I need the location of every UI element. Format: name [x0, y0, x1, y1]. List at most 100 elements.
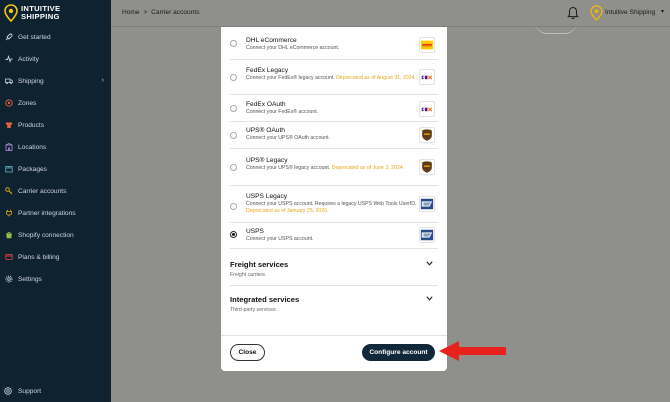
- carrier-option-usps-legacy[interactable]: USPS Legacy Connect your USPS account. R…: [230, 186, 438, 223]
- ups-logo-icon: [419, 159, 435, 175]
- section-title: Integrated services: [230, 295, 300, 304]
- carrier-name: DHL eCommerce: [246, 37, 297, 44]
- dhl-logo-icon: [419, 37, 435, 53]
- carrier-description: Connect your USPS account. Requires a le…: [246, 201, 417, 214]
- sidebar-item-label: Locations: [18, 143, 47, 151]
- sidebar-item-partner-integrations[interactable]: Partner integrations: [0, 202, 111, 224]
- carrier-description: Connect your FedEx® account.: [246, 109, 319, 115]
- radio-button[interactable]: [230, 203, 237, 210]
- sidebar-item-settings[interactable]: Settings: [0, 268, 111, 290]
- usps-logo-icon: [419, 196, 435, 212]
- carrier-description: Connect your UPS® OAuth account.: [246, 135, 330, 141]
- ups-logo-icon: [419, 127, 435, 143]
- breadcrumb: Home > Carrier accounts: [121, 9, 201, 16]
- shopping-bag-icon: [4, 231, 13, 240]
- logo-text: INTUITIVE SHIPPING: [21, 4, 61, 21]
- fedex-logo-icon: [419, 101, 435, 117]
- add-carrier-modal: DHL eCommerce Connect your DHL eCommerce…: [221, 27, 447, 371]
- notification-bell-icon[interactable]: [567, 6, 579, 20]
- truck-icon: [4, 77, 13, 86]
- sidebar-item-activity[interactable]: Activity: [0, 48, 111, 70]
- sidebar-item-label: Activity: [18, 55, 39, 63]
- section-integrated-services[interactable]: Integrated services Third-party services…: [230, 286, 438, 321]
- sidebar-item-get-started[interactable]: Get started: [0, 26, 111, 48]
- billing-icon: [4, 253, 13, 262]
- zones-icon: [4, 99, 13, 108]
- sidebar-item-support[interactable]: Support: [4, 387, 41, 396]
- radio-button[interactable]: [230, 132, 237, 139]
- rocket-icon: [4, 33, 13, 42]
- support-label: Support: [18, 388, 42, 395]
- carrier-option-fedex-legacy[interactable]: FedEx Legacy Connect your FedEx® legacy …: [230, 60, 438, 95]
- section-freight-services[interactable]: Freight services Freight carriers.: [230, 249, 438, 286]
- app-logo[interactable]: INTUITIVE SHIPPING: [4, 2, 60, 24]
- close-button[interactable]: Close: [230, 344, 265, 361]
- carrier-option-fedex-oauth[interactable]: FedEx OAuth Connect your FedEx® account.: [230, 95, 438, 122]
- radio-button[interactable]: [230, 164, 237, 171]
- sidebar-item-shipping[interactable]: Shipping ›: [0, 70, 111, 92]
- key-icon: [4, 187, 13, 196]
- account-logo-icon[interactable]: [590, 5, 603, 22]
- carrier-option-ups-legacy[interactable]: UPS® Legacy Connect your UPS® legacy acc…: [230, 149, 438, 186]
- sidebar-item-label: Plans & billing: [18, 253, 60, 261]
- package-icon: [4, 165, 13, 174]
- sidebar-item-shopify-connection[interactable]: Shopify connection: [0, 224, 111, 246]
- sidebar-item-label: Settings: [18, 275, 42, 283]
- sidebar-item-label: Get started: [18, 33, 51, 41]
- help-circle-icon: [4, 387, 13, 396]
- breadcrumb-separator: >: [143, 9, 148, 16]
- top-header: Home > Carrier accounts Intuitive Shippi…: [111, 0, 670, 34]
- sidebar-item-label: Products: [18, 121, 45, 129]
- carrier-name: UPS® Legacy: [246, 157, 288, 164]
- radio-button[interactable]: [230, 74, 237, 81]
- sidebar-nav: Get started Activity Shipping › Zones Pr…: [0, 26, 111, 290]
- carrier-description: Connect your USPS account.: [246, 236, 314, 242]
- carrier-description: Connect your DHL eCommerce account.: [246, 45, 340, 51]
- carrier-name: USPS: [246, 228, 264, 235]
- plug-icon: [4, 209, 13, 218]
- radio-button[interactable]: [230, 40, 237, 47]
- configure-account-button[interactable]: Configure account: [362, 344, 435, 361]
- sidebar-item-label: Zones: [18, 99, 37, 107]
- sidebar: INTUITIVE SHIPPING Get started Activity …: [0, 0, 111, 402]
- red-arrow-annotation-icon: [437, 339, 507, 363]
- carrier-name: FedEx Legacy: [246, 67, 289, 74]
- carrier-name: USPS Legacy: [246, 193, 288, 200]
- sidebar-item-plans-billing[interactable]: Plans & billing: [0, 246, 111, 268]
- sidebar-item-label: Carrier accounts: [18, 187, 67, 195]
- sidebar-item-label: Shopify connection: [18, 231, 74, 239]
- carrier-name: FedEx OAuth: [246, 101, 286, 108]
- usps-logo-icon: [419, 227, 435, 243]
- account-dropdown-caret-icon[interactable]: ▾: [661, 8, 664, 15]
- carrier-name: UPS® OAuth: [246, 127, 285, 134]
- chevron-right-icon: ›: [101, 77, 104, 84]
- breadcrumb-home[interactable]: Home: [122, 9, 140, 16]
- carrier-list: DHL eCommerce Connect your DHL eCommerce…: [230, 27, 438, 321]
- sidebar-item-label: Partner integrations: [18, 209, 76, 217]
- account-name[interactable]: Intuitive Shipping: [605, 9, 655, 16]
- sidebar-item-label: Packages: [18, 165, 47, 173]
- carrier-option-dhl-ecommerce[interactable]: DHL eCommerce Connect your DHL eCommerce…: [230, 27, 438, 60]
- radio-button-selected[interactable]: [230, 231, 237, 238]
- building-icon: [4, 143, 13, 152]
- background-decoration: [535, 22, 577, 34]
- section-subtitle: Freight carriers.: [230, 272, 267, 278]
- section-title: Freight services: [230, 260, 289, 269]
- sidebar-item-products[interactable]: Products: [0, 114, 111, 136]
- activity-icon: [4, 55, 13, 64]
- sidebar-item-locations[interactable]: Locations: [0, 136, 111, 158]
- shirt-icon: [4, 121, 13, 130]
- sidebar-item-carrier-accounts[interactable]: Carrier accounts: [0, 180, 111, 202]
- radio-button[interactable]: [230, 105, 237, 112]
- carrier-option-usps[interactable]: USPS Connect your USPS account.: [230, 223, 438, 249]
- chevron-down-icon[interactable]: [426, 261, 433, 266]
- breadcrumb-current: Carrier accounts: [151, 9, 200, 16]
- chevron-down-icon[interactable]: [426, 296, 433, 301]
- carrier-description: Connect your UPS® legacy account. Deprec…: [246, 165, 405, 171]
- carrier-option-ups-oauth[interactable]: UPS® OAuth Connect your UPS® OAuth accou…: [230, 122, 438, 149]
- sidebar-item-packages[interactable]: Packages: [0, 158, 111, 180]
- sidebar-item-zones[interactable]: Zones: [0, 92, 111, 114]
- sidebar-item-label: Shipping: [18, 77, 44, 85]
- fedex-logo-icon: [419, 69, 435, 85]
- section-subtitle: Third-party services.: [230, 307, 277, 313]
